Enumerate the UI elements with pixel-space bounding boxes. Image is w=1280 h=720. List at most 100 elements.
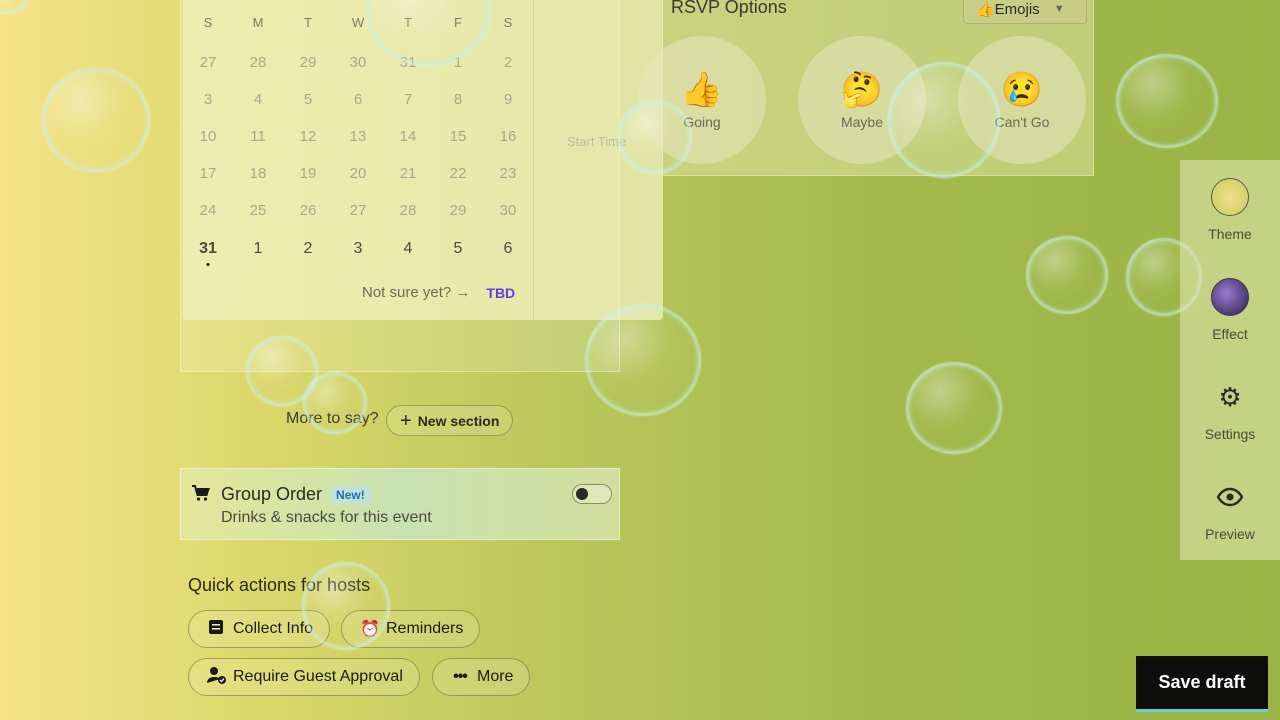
- eye-icon: [1216, 478, 1244, 516]
- calendar-day[interactable]: 19: [283, 165, 333, 182]
- calendar-day[interactable]: 15: [433, 128, 483, 145]
- calendar-day[interactable]: 12: [283, 128, 333, 145]
- sidebar-item-theme[interactable]: Theme: [1180, 160, 1280, 260]
- require-guest-approval-label: Require Guest Approval: [233, 668, 403, 685]
- calendar-day[interactable]: 3: [333, 240, 383, 258]
- new-section-label: New section: [417, 412, 500, 429]
- calendar-day[interactable]: 27: [333, 202, 383, 219]
- calendar-day[interactable]: 9: [483, 91, 533, 108]
- calendar-day[interactable]: 30: [483, 202, 533, 219]
- calendar-day[interactable]: 16: [483, 128, 533, 145]
- theme-swatch-icon: [1211, 178, 1249, 216]
- bubble-decoration: [906, 362, 1002, 454]
- rsvp-title: RSVP Options: [671, 0, 787, 17]
- calendar-day[interactable]: 18: [233, 165, 283, 182]
- weekday-label: S: [503, 14, 513, 30]
- rsvp-option-going[interactable]: 👍 Going: [638, 36, 766, 164]
- rsvp-option-maybe[interactable]: 🤔 Maybe: [798, 36, 926, 164]
- calendar-day[interactable]: 25: [233, 202, 283, 219]
- form-icon: [207, 619, 225, 640]
- rsvp-option-label: Going: [683, 114, 721, 130]
- rsvp-style-value: 👍Emojis: [976, 1, 1040, 18]
- calendar-day[interactable]: 21: [383, 165, 433, 182]
- reminders-button[interactable]: ⏰ Reminders: [341, 610, 481, 648]
- editor-sidebar: Theme Effect ⚙ Settings Preview: [1180, 160, 1280, 560]
- calendar-day[interactable]: 4: [383, 240, 433, 258]
- sidebar-item-settings[interactable]: ⚙ Settings: [1180, 360, 1280, 460]
- calendar-week: 17 18 19 20 21 22 23: [183, 155, 533, 192]
- calendar-day[interactable]: 22: [433, 165, 483, 182]
- date-picker: S M T W T F S 27 28 29 30 31 1 2 3 4 5 6…: [183, 0, 663, 320]
- calendar-day[interactable]: 28: [383, 202, 433, 219]
- caret-down-icon: ▼: [1053, 3, 1065, 15]
- group-order-title: Group Order: [221, 484, 323, 504]
- bubble-decoration: [1026, 236, 1108, 314]
- reminders-label: Reminders: [386, 620, 464, 637]
- weekday-label: S: [203, 14, 213, 30]
- tbd-button[interactable]: TBD: [486, 285, 515, 301]
- weekday-label: M: [252, 14, 264, 30]
- weekday-header: S M T W T F S: [183, 0, 533, 44]
- calendar-week: 3 4 5 6 7 8 9: [183, 81, 533, 118]
- not-sure-label: Not sure yet? →: [362, 284, 471, 301]
- weekday-label: T: [404, 14, 412, 30]
- new-section-button[interactable]: + New section: [386, 405, 514, 436]
- calendar-day[interactable]: 27: [183, 54, 233, 71]
- collect-info-button[interactable]: Collect Info: [188, 610, 331, 648]
- calendar-day[interactable]: 2: [483, 54, 533, 71]
- effect-swatch-icon: [1211, 278, 1249, 316]
- calendar-day[interactable]: 5: [433, 240, 483, 258]
- calendar-day[interactable]: 23: [483, 165, 533, 182]
- calendar-day[interactable]: 2: [283, 240, 333, 258]
- calendar-week: 10 11 12 13 14 15 16: [183, 118, 533, 155]
- rsvp-style-select[interactable]: 👍Emojis ▼: [963, 0, 1087, 24]
- calendar-day[interactable]: 1: [433, 54, 483, 71]
- calendar-day[interactable]: 17: [183, 165, 233, 182]
- calendar-day[interactable]: 7: [383, 91, 433, 108]
- sidebar-item-preview[interactable]: Preview: [1180, 460, 1280, 560]
- calendar-day[interactable]: 29: [433, 202, 483, 219]
- rsvp-option-cant-go[interactable]: 😢 Can't Go: [958, 36, 1086, 164]
- more-button[interactable]: ••• More: [432, 658, 531, 696]
- calendar-day-today[interactable]: 31: [183, 240, 233, 258]
- calendar-day[interactable]: 30: [333, 54, 383, 71]
- rsvp-options-panel: RSVP Options 👍Emojis ▼ 👍 Going 🤔 Maybe 😢…: [638, 0, 1094, 176]
- weekday-label: T: [304, 14, 312, 30]
- calendar-day[interactable]: 31: [383, 54, 433, 71]
- sidebar-item-effect[interactable]: Effect: [1180, 260, 1280, 360]
- calendar-day[interactable]: 8: [433, 91, 483, 108]
- calendar-grid: S M T W T F S 27 28 29 30 31 1 2 3 4 5 6…: [183, 0, 533, 268]
- calendar-day[interactable]: 13: [333, 128, 383, 145]
- sidebar-item-label: Settings: [1204, 426, 1256, 442]
- calendar-day[interactable]: 26: [283, 202, 333, 219]
- calendar-day[interactable]: 5: [283, 91, 333, 108]
- group-order-toggle[interactable]: [572, 484, 612, 504]
- calendar-day[interactable]: 24: [183, 202, 233, 219]
- more-to-say-label: More to say?: [286, 410, 379, 427]
- calendar-day[interactable]: 3: [183, 91, 233, 108]
- group-order-card: Group Order New! Drinks & snacks for thi…: [180, 468, 620, 540]
- calendar-day[interactable]: 20: [333, 165, 383, 182]
- bubble-decoration: [0, 0, 28, 14]
- calendar-day[interactable]: 28: [233, 54, 283, 71]
- sidebar-item-label: Effect: [1212, 326, 1248, 342]
- calendar-day[interactable]: 10: [183, 128, 233, 145]
- calendar-day[interactable]: 6: [333, 91, 383, 108]
- save-draft-button[interactable]: Save draft: [1136, 656, 1268, 712]
- require-guest-approval-button[interactable]: Require Guest Approval: [188, 658, 420, 696]
- calendar-day[interactable]: 14: [383, 128, 433, 145]
- quick-actions-title: Quick actions for hosts: [188, 575, 371, 595]
- calendar-day[interactable]: 6: [483, 240, 533, 258]
- sidebar-item-label: Theme: [1208, 226, 1252, 242]
- divider: [533, 0, 534, 320]
- calendar-day[interactable]: 11: [233, 128, 283, 145]
- calendar-day[interactable]: 4: [233, 91, 283, 108]
- start-time-placeholder[interactable]: Start Time: [567, 134, 626, 149]
- calendar-day[interactable]: 29: [283, 54, 333, 71]
- rsvp-option-label: Maybe: [840, 114, 884, 130]
- calendar-week: 31 1 2 3 4 5 6: [183, 229, 533, 268]
- calendar-day[interactable]: 1: [233, 240, 283, 258]
- thinking-face-icon: 🤔: [840, 71, 884, 109]
- calendar-week: 24 25 26 27 28 29 30: [183, 192, 533, 229]
- alarm-clock-icon: ⏰: [360, 621, 380, 638]
